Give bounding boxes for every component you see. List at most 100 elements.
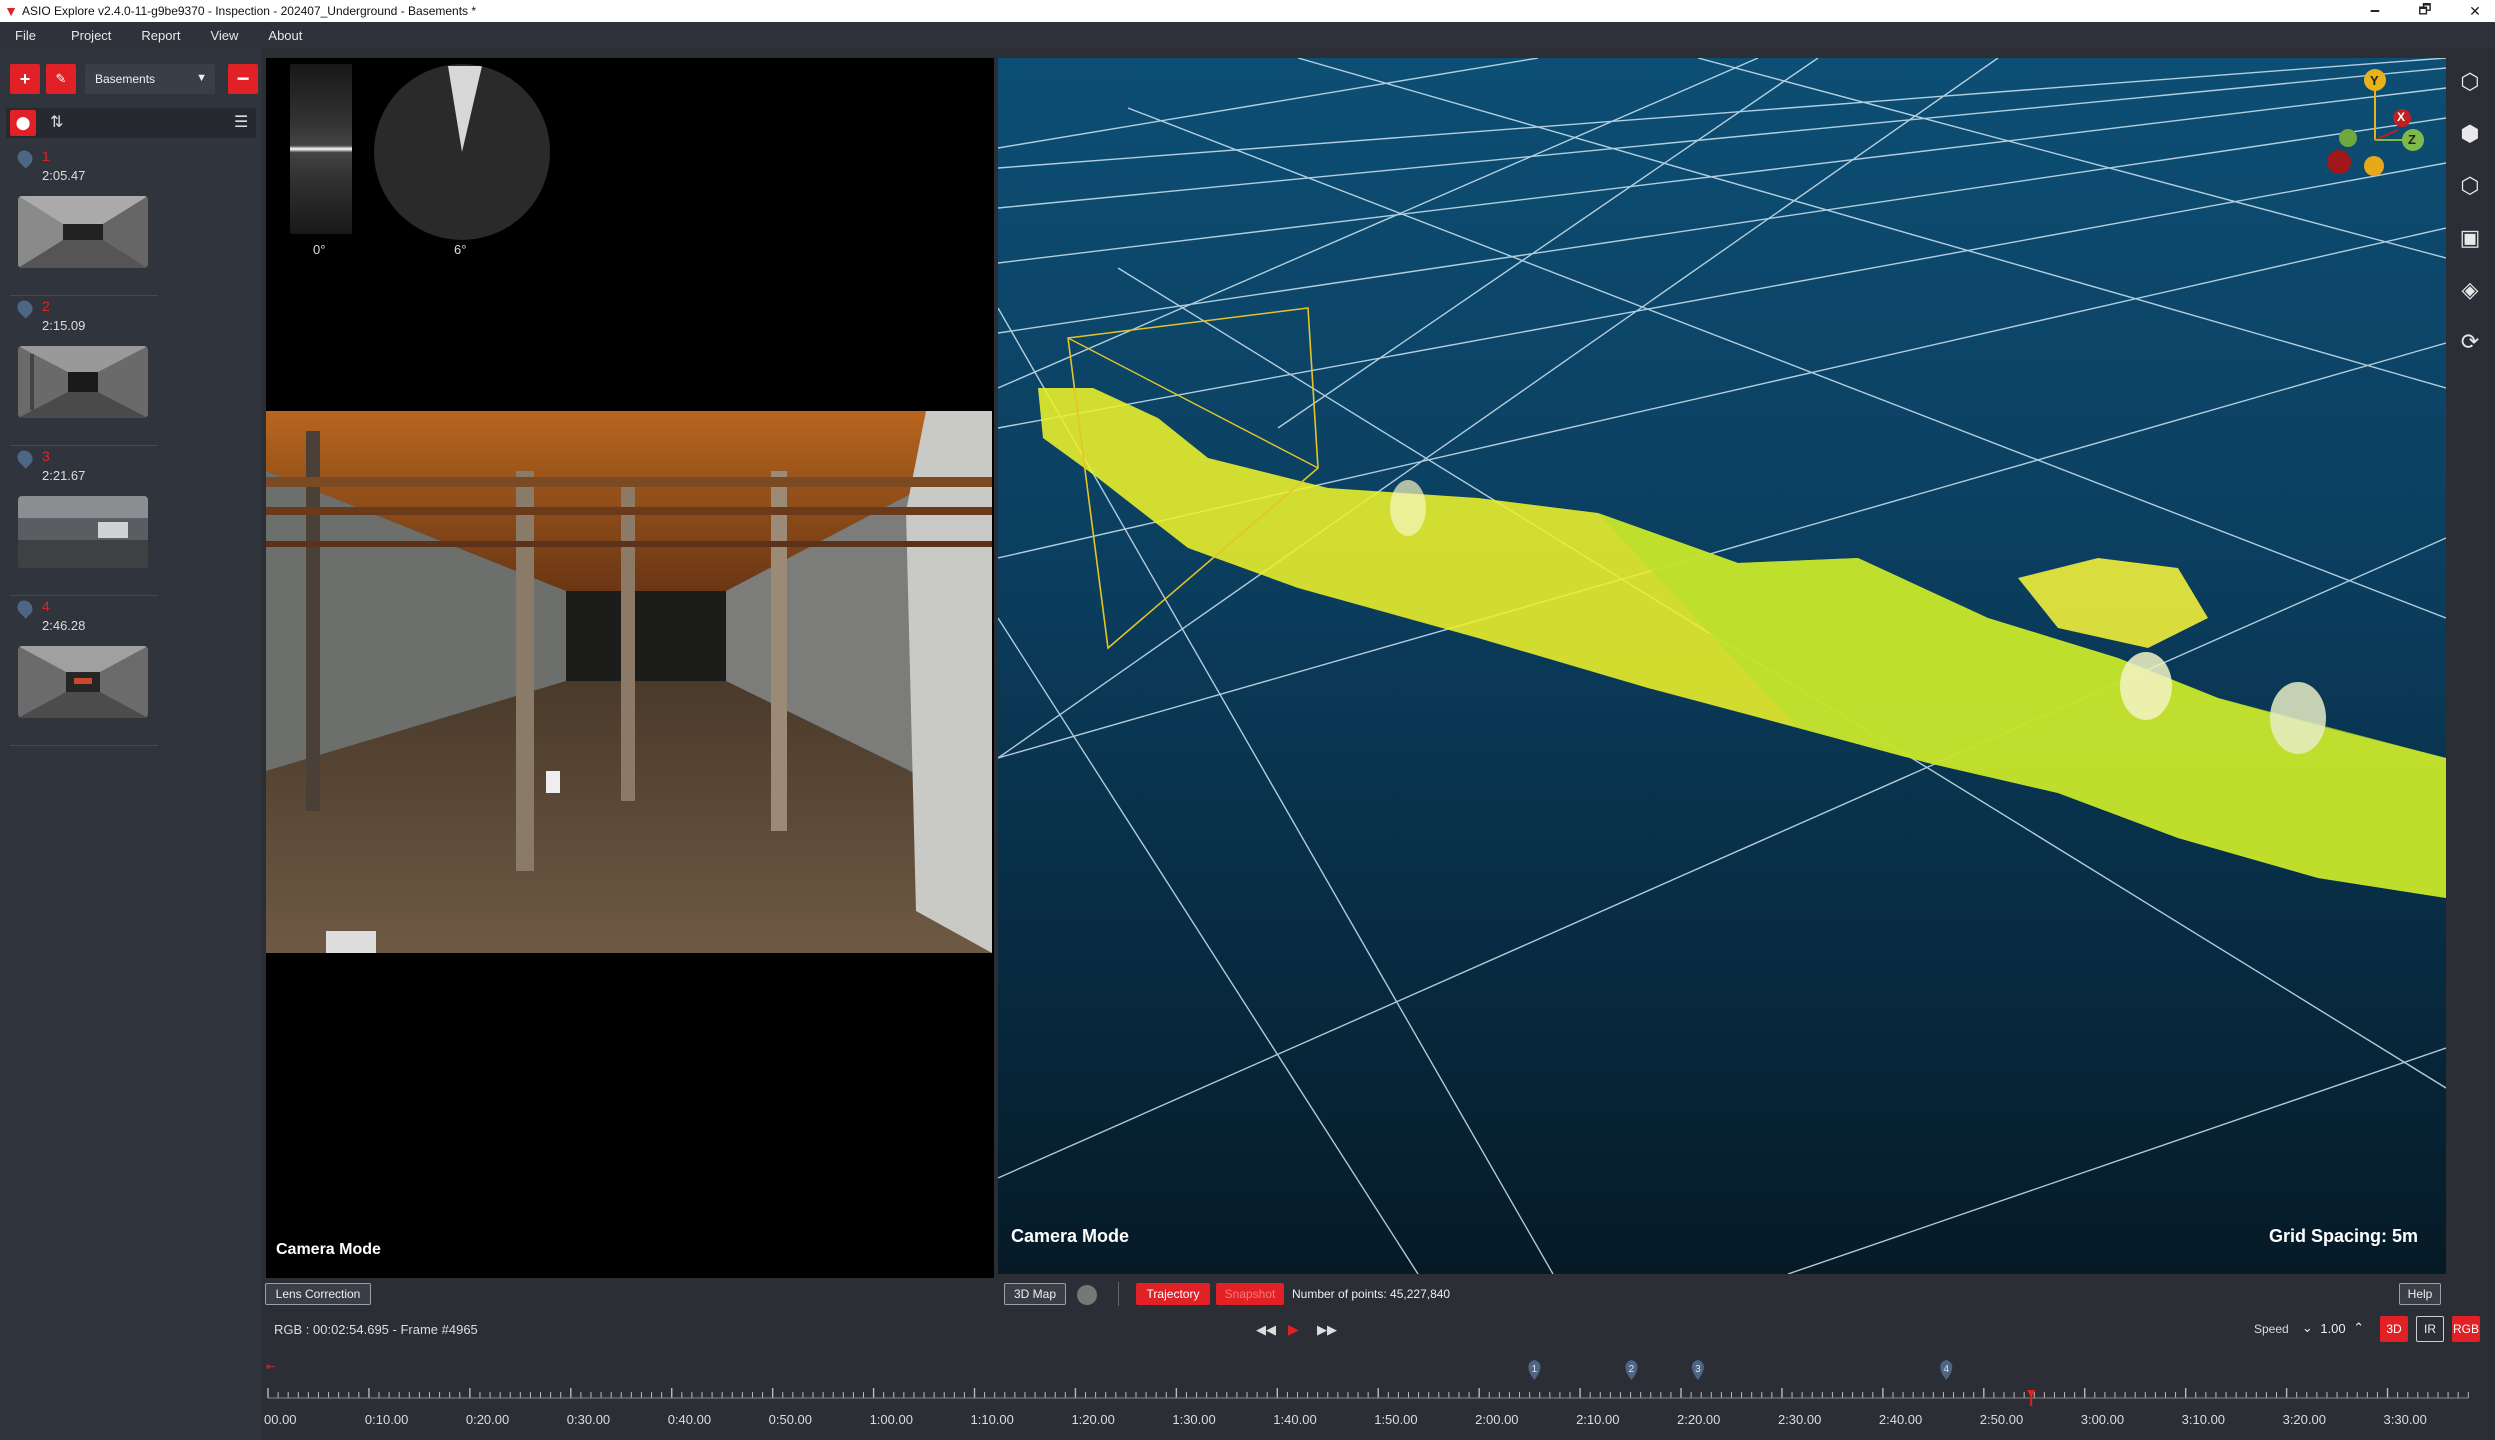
chevron-down-icon: ▼	[196, 72, 207, 84]
marker-pin-icon	[14, 597, 36, 619]
marker-list-item[interactable]: 2 2:15.09	[10, 296, 158, 446]
point-count: Number of points: 45,227,840	[1292, 1287, 1451, 1301]
menu-file[interactable]: File	[0, 28, 51, 43]
remove-folder-button[interactable]: −	[228, 64, 258, 94]
timeline-marker-pin[interactable]: 4	[1940, 1360, 1953, 1380]
marker-time: 2:21.67	[42, 468, 86, 483]
timeline-tick-label: 0:30.00	[566, 1412, 611, 1427]
marker-pin-icon	[14, 297, 36, 319]
timeline-tick-label: 0:50.00	[768, 1412, 813, 1427]
marker-pin-icon	[14, 147, 36, 169]
timeline-tick-label: 3:00.00	[2080, 1412, 2125, 1427]
marker-time: 2:46.28	[42, 618, 86, 633]
menu-about[interactable]: About	[253, 28, 317, 43]
timeline-tick-label: 0:40.00	[667, 1412, 712, 1427]
camera-view-icon[interactable]: ▣	[2454, 222, 2486, 254]
marker-panel: + ✎ Basements ▼ − ⬤ ⇅ ☰ 1 2:05.47 2 2:15…	[0, 48, 262, 1440]
snapshot-button[interactable]: Snapshot	[1216, 1283, 1284, 1305]
timeline-tick-label: 1:50.00	[1374, 1412, 1418, 1427]
timeline-tick-label: 1:10.00	[970, 1412, 1014, 1427]
timeline-tick-label: 3:30.00	[2383, 1412, 2427, 1427]
view-front-icon[interactable]: ⬡	[2454, 170, 2486, 202]
view-top-icon[interactable]: ⬡	[2454, 66, 2486, 98]
timeline-tick-label: 2:00.00	[1475, 1412, 1519, 1427]
roll-label: 6°	[454, 242, 467, 257]
timeline-tick-label: 1:20.00	[1071, 1412, 1115, 1427]
axis-y-label: Y	[2370, 73, 2379, 88]
marker-thumbnail[interactable]	[18, 646, 148, 718]
marker-toolbar: ⬤ ⇅ ☰	[6, 108, 256, 138]
timeline-tick-label: 0:20.00	[465, 1412, 510, 1427]
marker-time: 2:15.09	[42, 318, 86, 333]
timeline-marker-pin[interactable]: 2	[1625, 1360, 1638, 1380]
timeline-marker-label: 4	[1943, 1364, 1949, 1375]
timeline-tick-label: 3:20.00	[2282, 1412, 2326, 1427]
title-bar: ▼ ASIO Explore v2.4.0-11-g9be9370 - Insp…	[0, 0, 2495, 22]
marker-list-item[interactable]: 4 2:46.28	[10, 596, 158, 746]
timeline-tick-label: 1:00.00	[869, 1412, 913, 1427]
timeline-tick-label: 1:40.00	[1273, 1412, 1317, 1427]
orbit-icon[interactable]: ◈	[2454, 274, 2486, 306]
timeline-tick-label: 1:30.00	[1172, 1412, 1216, 1427]
marker-list-item[interactable]: 1 2:05.47	[10, 146, 158, 296]
maximize-button[interactable]: 🗗	[2405, 0, 2445, 22]
edit-folder-button[interactable]: ✎	[46, 64, 76, 94]
camera-mode-label: Camera Mode	[276, 1241, 381, 1258]
location-pin-icon[interactable]: ⬤	[10, 110, 36, 136]
color-toggle[interactable]	[1077, 1285, 1097, 1305]
axis-z-label: Z	[2408, 132, 2416, 147]
pitch-label: 0°	[313, 242, 326, 257]
menu-report[interactable]: Report	[126, 28, 195, 43]
window-title: ASIO Explore v2.4.0-11-g9be9370 - Inspec…	[22, 4, 477, 18]
timeline-tick-label: 0:10.00	[364, 1412, 409, 1427]
timeline-tick-label: 2:10.00	[1576, 1412, 1620, 1427]
timeline-tick-label: 3:10.00	[2181, 1412, 2226, 1427]
view-controls-bar: Lens Correction 3D Map Trajectory Snapsh…	[262, 1278, 2495, 1310]
marker-pin-icon	[14, 447, 36, 469]
point-cloud-view[interactable]: Y X Z Camera Mode Grid Spacing: 5m	[998, 58, 2446, 1274]
separator	[1118, 1282, 1119, 1306]
minimize-button[interactable]: 🗕	[2355, 0, 2395, 22]
timeline-marker-pin[interactable]: 1	[1528, 1360, 1541, 1380]
menu-view[interactable]: View	[195, 28, 253, 43]
marker-number: 1	[42, 148, 50, 164]
help-button[interactable]: Help	[2399, 1283, 2441, 1305]
timeline-tick-label: 2:40.00	[1878, 1412, 1923, 1427]
list-view-icon[interactable]: ☰	[234, 112, 248, 132]
reset-view-icon[interactable]: ⟳	[2454, 326, 2486, 358]
view-toolbar: ⬡ ⬢ ⬡ ▣ ◈ ⟳	[2446, 58, 2495, 1274]
marker-thumbnail[interactable]	[18, 496, 148, 568]
camera-view[interactable]: 0° 6° Camera Mode	[266, 58, 994, 1278]
marker-thumbnail[interactable]	[18, 346, 148, 418]
folder-select[interactable]: Basements ▼	[85, 64, 215, 94]
3d-map-button[interactable]: 3D Map	[1004, 1283, 1066, 1305]
timeline-tick-label: 00.00	[264, 1412, 297, 1427]
axis-x-label: X	[2397, 110, 2406, 124]
timeline-tick-label: 2:30.00	[1777, 1412, 1822, 1427]
camera-frame-image	[266, 411, 992, 953]
timeline-marker-pin[interactable]: 3	[1691, 1360, 1704, 1380]
marker-list-item[interactable]: 3 2:21.67	[10, 446, 158, 596]
sort-icon[interactable]: ⇅	[50, 112, 63, 132]
marker-number: 4	[42, 598, 50, 614]
marker-thumbnail[interactable]	[18, 196, 148, 268]
timeline-ticks	[267, 1388, 2469, 1398]
start-marker-icon[interactable]: ⇤	[266, 1361, 275, 1373]
menu-bar: File Project Report View About	[0, 22, 2495, 48]
timeline-marker-label: 2	[1629, 1364, 1635, 1375]
pitch-gauge	[290, 64, 352, 234]
folder-select-value: Basements	[95, 72, 156, 86]
timeline-marker-label: 1	[1532, 1364, 1538, 1375]
view-iso-icon[interactable]: ⬢	[2454, 118, 2486, 150]
marker-number: 3	[42, 448, 50, 464]
grid-spacing-label: Grid Spacing: 5m	[2268, 1226, 2418, 1246]
add-marker-button[interactable]: +	[10, 64, 40, 94]
trajectory-button[interactable]: Trajectory	[1136, 1283, 1210, 1305]
lens-correction-button[interactable]: Lens Correction	[265, 1283, 371, 1305]
timeline-marker-label: 3	[1695, 1364, 1701, 1375]
close-button[interactable]: ✕	[2455, 0, 2495, 22]
view3d-mode-label: Camera Mode	[1011, 1226, 1130, 1246]
timeline-panel: RGB : 00:02:54.695 - Frame #4965 ◀◀ ▶ ▶▶…	[262, 1310, 2495, 1440]
roll-gauge	[374, 64, 550, 240]
menu-project[interactable]: Project	[51, 28, 126, 43]
